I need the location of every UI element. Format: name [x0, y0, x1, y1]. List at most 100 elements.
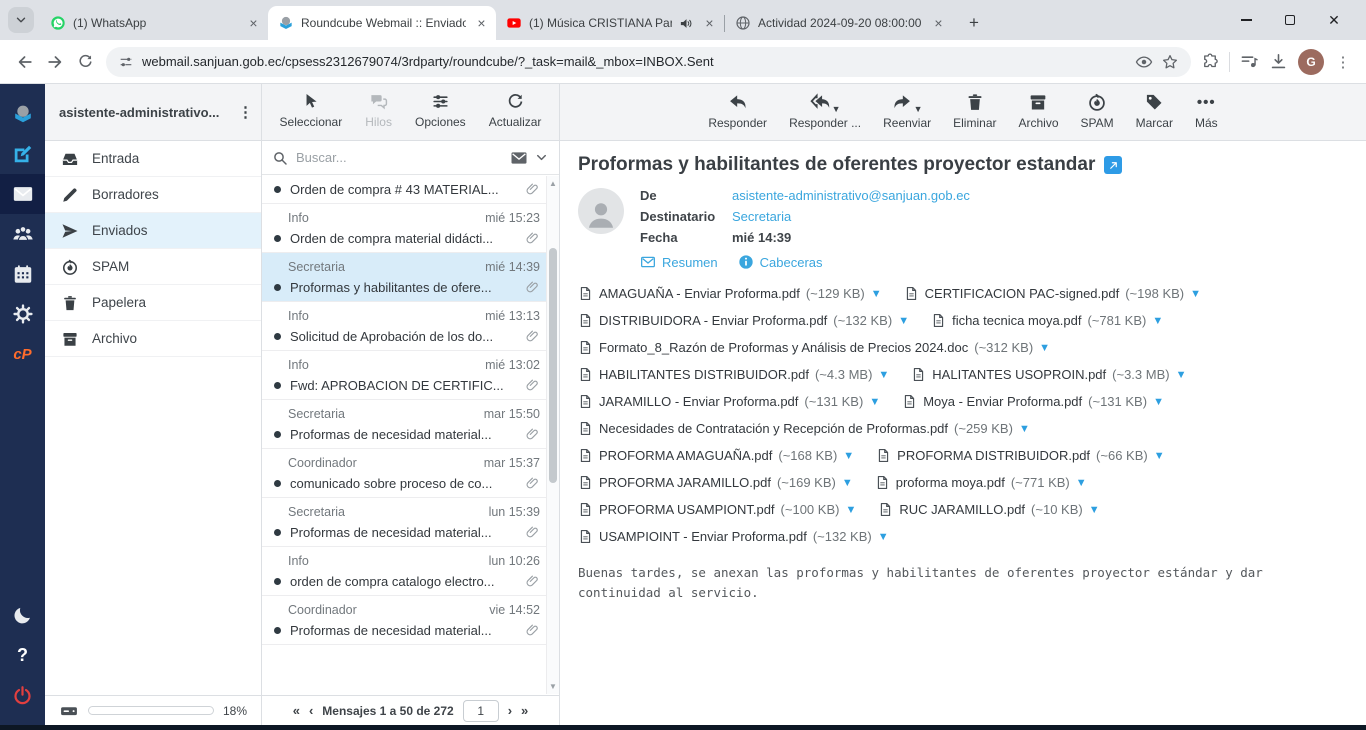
attachment-name[interactable]: proforma moya.pdf [896, 475, 1005, 490]
message-row[interactable]: Infolun 10:26orden de compra catalogo el… [262, 547, 546, 596]
attachment-name[interactable]: RUC JARAMILLO.pdf [899, 502, 1025, 517]
attachment-name[interactable]: PROFORMA USAMPIONT.pdf [599, 502, 775, 517]
attachment-item[interactable]: Necesidades de Contratación y Recepción … [578, 420, 1030, 437]
attachment-name[interactable]: Formato_8_Razón de Proformas y Análisis … [599, 340, 968, 355]
bookmark-star-icon[interactable] [1161, 53, 1179, 71]
window-maximize-button[interactable] [1268, 0, 1312, 40]
attachment-menu-caret-icon[interactable]: ▼ [1019, 423, 1030, 435]
attachment-menu-caret-icon[interactable]: ▼ [1176, 369, 1187, 381]
attachment-item[interactable]: PROFORMA USAMPIONT.pdf(~100 KB)▼ [578, 501, 856, 518]
attachment-item[interactable]: HABILITANTES DISTRIBUIDOR.pdf(~4.3 MB)▼ [578, 366, 889, 383]
attachment-menu-caret-icon[interactable]: ▼ [1154, 450, 1165, 462]
opciones-button[interactable]: Opciones [415, 92, 466, 140]
extensions-puzzle-icon[interactable] [1201, 53, 1219, 71]
message-row[interactable]: Infomié 13:02Fwd: APROBACION DE CERTIFIC… [262, 351, 546, 400]
navrail-settings-gear[interactable] [0, 294, 45, 334]
attachment-menu-caret-icon[interactable]: ▼ [869, 396, 880, 408]
navrail-compose[interactable] [0, 134, 45, 174]
sidebar-item-papelera[interactable]: Papelera [45, 285, 261, 321]
navrail-dark-mode-moon[interactable] [0, 595, 45, 635]
attachment-name[interactable]: AMAGUAÑA - Enviar Proforma.pdf [599, 286, 800, 301]
attachment-name[interactable]: CERTIFICACION PAC-signed.pdf [925, 286, 1120, 301]
attachment-item[interactable]: HALITANTES USOPROIN.pdf(~3.3 MB)▼ [911, 366, 1186, 383]
attachment-item[interactable]: JARAMILLO - Enviar Proforma.pdf(~131 KB)… [578, 393, 880, 410]
browser-tab-3[interactable]: (1) Música CRISTIANA Para× [496, 6, 724, 40]
browser-tab-1[interactable]: (1) WhatsApp× [40, 6, 268, 40]
spam-button[interactable]: SPAM [1071, 92, 1124, 140]
forward-button[interactable] [40, 47, 70, 77]
message-row[interactable]: Infomié 13:13Solicitud de Aprobación de … [262, 302, 546, 351]
attachment-item[interactable]: Moya - Enviar Proforma.pdf(~131 KB)▼ [902, 393, 1164, 410]
back-button[interactable] [10, 47, 40, 77]
attachment-item[interactable]: DISTRIBUIDORA - Enviar Proforma.pdf(~132… [578, 312, 909, 329]
attachment-item[interactable]: proforma moya.pdf(~771 KB)▼ [875, 474, 1087, 491]
attachment-item[interactable]: PROFORMA AMAGUAÑA.pdf(~168 KB)▼ [578, 447, 854, 464]
message-row[interactable]: Coordinadorvie 14:52Proformas de necesid… [262, 596, 546, 645]
reenviar-button[interactable]: ▼Reenviar [873, 92, 941, 140]
attachment-menu-caret-icon[interactable]: ▼ [843, 450, 854, 462]
address-bar[interactable]: webmail.sanjuan.gob.ec/cpsess2312679074/… [106, 47, 1191, 77]
tab-close-icon[interactable]: × [701, 15, 718, 32]
attachment-name[interactable]: PROFORMA AMAGUAÑA.pdf [599, 448, 772, 463]
message-row[interactable]: Infomié 15:23Orden de compra material di… [262, 204, 546, 253]
message-row[interactable]: Coordinadormar 15:37comunicado sobre pro… [262, 449, 546, 498]
más-button[interactable]: •••Más [1185, 92, 1228, 140]
attachment-menu-caret-icon[interactable]: ▼ [842, 477, 853, 489]
search-scope-mail-icon[interactable] [510, 149, 528, 167]
navrail-calendar[interactable] [0, 254, 45, 294]
marcar-button[interactable]: Marcar [1126, 92, 1183, 140]
attachment-name[interactable]: USAMPIOINT - Enviar Proforma.pdf [599, 529, 807, 544]
new-tab-button[interactable]: + [961, 10, 987, 36]
dropdown-caret-icon[interactable]: ▼ [832, 104, 841, 114]
attachment-name[interactable]: ficha tecnica moya.pdf [952, 313, 1081, 328]
last-page-button[interactable]: » [521, 703, 528, 718]
window-minimize-button[interactable] [1224, 0, 1268, 40]
prev-page-button[interactable]: ‹ [309, 703, 313, 718]
attachment-name[interactable]: PROFORMA DISTRIBUIDOR.pdf [897, 448, 1090, 463]
site-settings-icon[interactable] [118, 54, 134, 70]
scrollbar-thumb[interactable] [549, 248, 557, 483]
navrail-help[interactable]: ? [0, 635, 45, 675]
attachment-item[interactable]: USAMPIOINT - Enviar Proforma.pdf(~132 KB… [578, 528, 889, 545]
browser-tab-2[interactable]: Roundcube Webmail :: Enviado:× [268, 6, 496, 40]
eliminar-button[interactable]: Eliminar [943, 92, 1006, 140]
profile-avatar[interactable]: G [1298, 49, 1324, 75]
downloads-icon[interactable] [1269, 52, 1288, 71]
attachment-item[interactable]: CERTIFICACION PAC-signed.pdf(~198 KB)▼ [904, 285, 1201, 302]
summary-link[interactable]: Resumen [640, 254, 718, 270]
sidebar-item-spam[interactable]: SPAM [45, 249, 261, 285]
search-options-chevron-icon[interactable] [534, 150, 549, 165]
sidebar-item-archivo[interactable]: Archivo [45, 321, 261, 357]
attachment-item[interactable]: PROFORMA DISTRIBUIDOR.pdf(~66 KB)▼ [876, 447, 1164, 464]
attachment-name[interactable]: JARAMILLO - Enviar Proforma.pdf [599, 394, 798, 409]
tab-audio-icon[interactable] [679, 16, 694, 31]
attachment-menu-caret-icon[interactable]: ▼ [1190, 288, 1201, 300]
navrail-contacts[interactable] [0, 214, 45, 254]
attachment-name[interactable]: HABILITANTES DISTRIBUIDOR.pdf [599, 367, 809, 382]
reload-button[interactable] [70, 47, 100, 77]
scroll-up-arrow[interactable]: ▲ [547, 179, 559, 188]
tab-close-icon[interactable]: × [245, 15, 262, 32]
attachment-item[interactable]: Formato_8_Razón de Proformas y Análisis … [578, 339, 1050, 356]
message-row[interactable]: Secretariamié 14:39Proformas y habilitan… [262, 253, 546, 302]
scroll-down-arrow[interactable]: ▼ [547, 682, 559, 691]
attachment-item[interactable]: AMAGUAÑA - Enviar Proforma.pdf(~129 KB)▼ [578, 285, 882, 302]
seleccionar-button[interactable]: Seleccionar [280, 92, 343, 140]
reading-mode-eye-icon[interactable] [1135, 53, 1153, 71]
attachment-name[interactable]: Moya - Enviar Proforma.pdf [923, 394, 1082, 409]
attachment-menu-caret-icon[interactable]: ▼ [898, 315, 909, 327]
tab-search-button[interactable] [8, 7, 34, 33]
archivo-button[interactable]: Archivo [1008, 92, 1068, 140]
responder-button[interactable]: Responder [698, 92, 777, 140]
window-close-button[interactable]: ✕ [1312, 0, 1356, 40]
attachment-menu-caret-icon[interactable]: ▼ [1152, 315, 1163, 327]
attachment-menu-caret-icon[interactable]: ▼ [1076, 477, 1087, 489]
attachment-menu-caret-icon[interactable]: ▼ [1153, 396, 1164, 408]
navrail-cpanel[interactable]: cP [0, 334, 45, 374]
actualizar-button[interactable]: Actualizar [489, 92, 542, 140]
attachment-menu-caret-icon[interactable]: ▼ [1089, 504, 1100, 516]
message-row[interactable]: Secretariamar 15:50Proformas de necesida… [262, 400, 546, 449]
tab-close-icon[interactable]: × [930, 15, 947, 32]
attachment-item[interactable]: RUC JARAMILLO.pdf(~10 KB)▼ [878, 501, 1099, 518]
attachment-menu-caret-icon[interactable]: ▼ [878, 369, 889, 381]
